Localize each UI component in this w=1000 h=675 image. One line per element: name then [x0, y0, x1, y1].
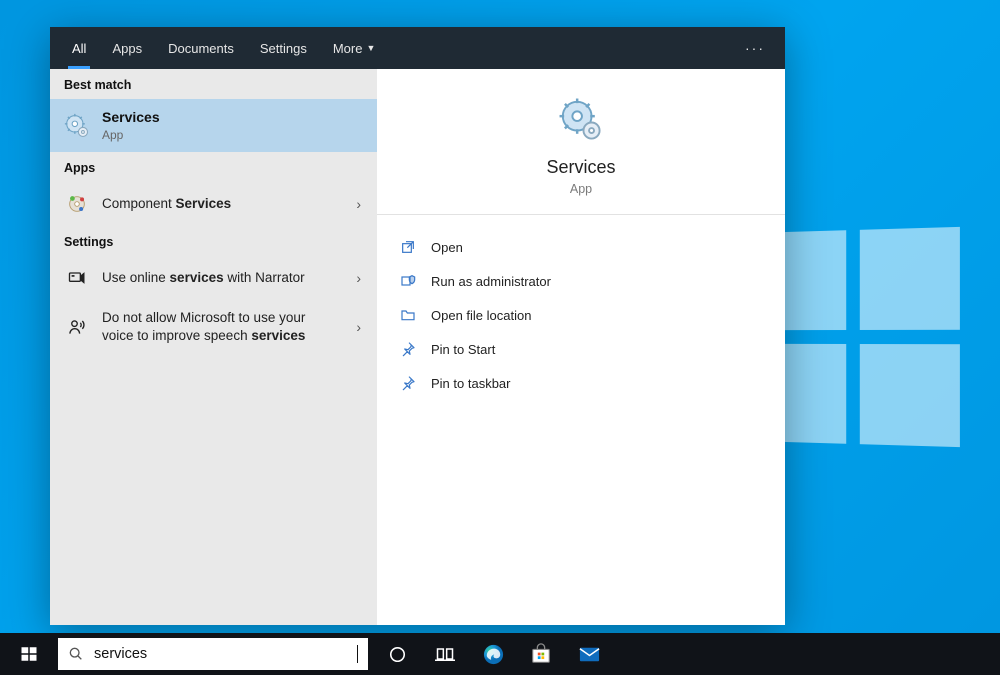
open-icon: [399, 238, 417, 256]
result-component-services[interactable]: Component Services ›: [50, 182, 377, 226]
services-gear-icon: [558, 97, 604, 143]
result-title: Component Services: [102, 195, 342, 213]
action-pin-to-taskbar[interactable]: Pin to taskbar: [391, 367, 771, 399]
folder-location-icon: [399, 306, 417, 324]
tab-settings[interactable]: Settings: [248, 27, 319, 69]
narrator-icon: [64, 265, 90, 291]
search-icon: [68, 646, 84, 662]
task-view-button[interactable]: [422, 633, 468, 675]
taskbar-app-mail[interactable]: [566, 633, 612, 675]
action-run-as-admin[interactable]: Run as administrator: [391, 265, 771, 297]
admin-shield-icon: [399, 272, 417, 290]
chevron-right-icon: ›: [354, 319, 363, 335]
taskbar-app-store[interactable]: [518, 633, 564, 675]
taskbar-search-box[interactable]: [58, 638, 368, 670]
action-open[interactable]: Open: [391, 231, 771, 263]
action-label: Pin to Start: [431, 342, 495, 357]
pin-icon: [399, 340, 417, 358]
action-open-file-location[interactable]: Open file location: [391, 299, 771, 331]
result-detail-pane: Services App Open Run as administrator: [377, 69, 785, 625]
chevron-down-icon: ▼: [366, 43, 375, 53]
action-label: Open file location: [431, 308, 531, 323]
component-services-icon: [64, 191, 90, 217]
tab-apps[interactable]: Apps: [100, 27, 154, 69]
search-filter-tabs: All Apps Documents Settings More▼ ···: [50, 27, 785, 69]
result-services-app[interactable]: Services App: [50, 99, 377, 152]
detail-actions: Open Run as administrator Open file loca…: [377, 215, 785, 415]
detail-header: Services App: [377, 69, 785, 215]
detail-title: Services: [546, 157, 615, 178]
section-apps: Apps: [50, 152, 377, 182]
panel-options-button[interactable]: ···: [735, 40, 775, 56]
action-label: Pin to taskbar: [431, 376, 511, 391]
cortana-button[interactable]: [374, 633, 420, 675]
result-speech-services[interactable]: Do not allow Microsoft to use your voice…: [50, 300, 377, 354]
tab-all[interactable]: All: [60, 27, 98, 69]
taskbar-app-edge[interactable]: [470, 633, 516, 675]
services-gear-icon: [64, 113, 90, 139]
result-title: Use online services with Narrator: [102, 269, 342, 287]
result-narrator-services[interactable]: Use online services with Narrator ›: [50, 256, 377, 300]
section-settings: Settings: [50, 226, 377, 256]
search-input[interactable]: [94, 646, 347, 662]
tab-documents[interactable]: Documents: [156, 27, 246, 69]
result-title: Do not allow Microsoft to use your voice…: [102, 309, 332, 345]
action-pin-to-start[interactable]: Pin to Start: [391, 333, 771, 365]
tab-more[interactable]: More▼: [321, 27, 388, 69]
result-title: Services: [102, 109, 160, 125]
text-caret: [357, 645, 358, 663]
action-label: Open: [431, 240, 463, 255]
speech-privacy-icon: [64, 314, 90, 340]
results-list: Best match Services App Apps: [50, 69, 377, 625]
action-label: Run as administrator: [431, 274, 551, 289]
search-panel: All Apps Documents Settings More▼ ··· Be…: [50, 27, 785, 625]
taskbar: [0, 633, 1000, 675]
chevron-right-icon: ›: [354, 270, 363, 286]
detail-subtitle: App: [570, 182, 592, 196]
chevron-right-icon: ›: [354, 196, 363, 212]
section-best-match: Best match: [50, 69, 377, 99]
start-button[interactable]: [6, 633, 52, 675]
result-subtitle: App: [102, 127, 363, 143]
pin-icon: [399, 374, 417, 392]
